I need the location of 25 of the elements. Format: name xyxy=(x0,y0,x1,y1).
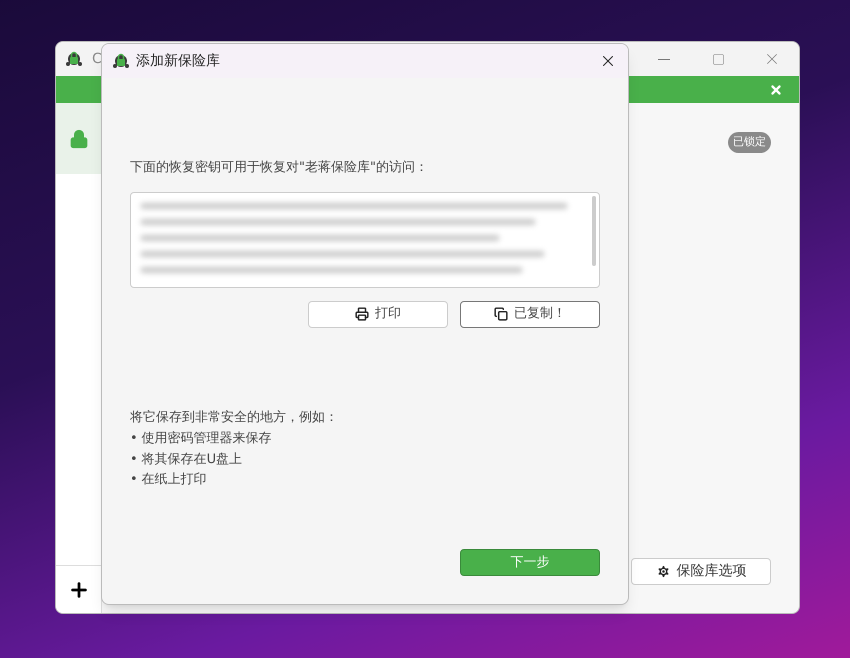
vault-options-button[interactable]: 保险库选项 xyxy=(631,558,771,585)
maximize-icon xyxy=(712,52,724,66)
print-button[interactable]: 打印 xyxy=(308,300,448,328)
robot-lock-icon xyxy=(112,52,130,70)
copy-button[interactable]: 已复制！ xyxy=(460,300,600,328)
tip-text: 将其保存在U盘上 xyxy=(142,450,242,468)
bullet: • xyxy=(130,450,138,468)
settings-icon xyxy=(656,564,670,579)
robot-lock-icon xyxy=(65,50,83,68)
prompt-text: 下面的恢复密钥可用于恢复对"老蒋保险库"的访问： xyxy=(130,159,429,177)
bullet: • xyxy=(130,430,138,448)
copy-icon xyxy=(494,307,508,321)
window-title: C xyxy=(92,50,102,68)
close-icon[interactable] xyxy=(769,82,783,96)
dialog-title: 添加新保险库 xyxy=(136,52,220,70)
blurred-text-area[interactable] xyxy=(130,192,600,288)
locked-badge: 已锁定 xyxy=(728,132,771,152)
hint-text: 将它保存到非常安全的地方，例如： xyxy=(130,408,339,426)
tip-text: 使用密码管理器来保存 xyxy=(142,430,272,448)
lock-icon xyxy=(68,128,88,148)
minimize-icon xyxy=(658,58,670,60)
tip-text: 在纸上打印 xyxy=(142,471,207,489)
bullet: • xyxy=(130,471,138,489)
printer-icon xyxy=(355,307,369,321)
vault-list-item[interactable] xyxy=(56,103,101,174)
